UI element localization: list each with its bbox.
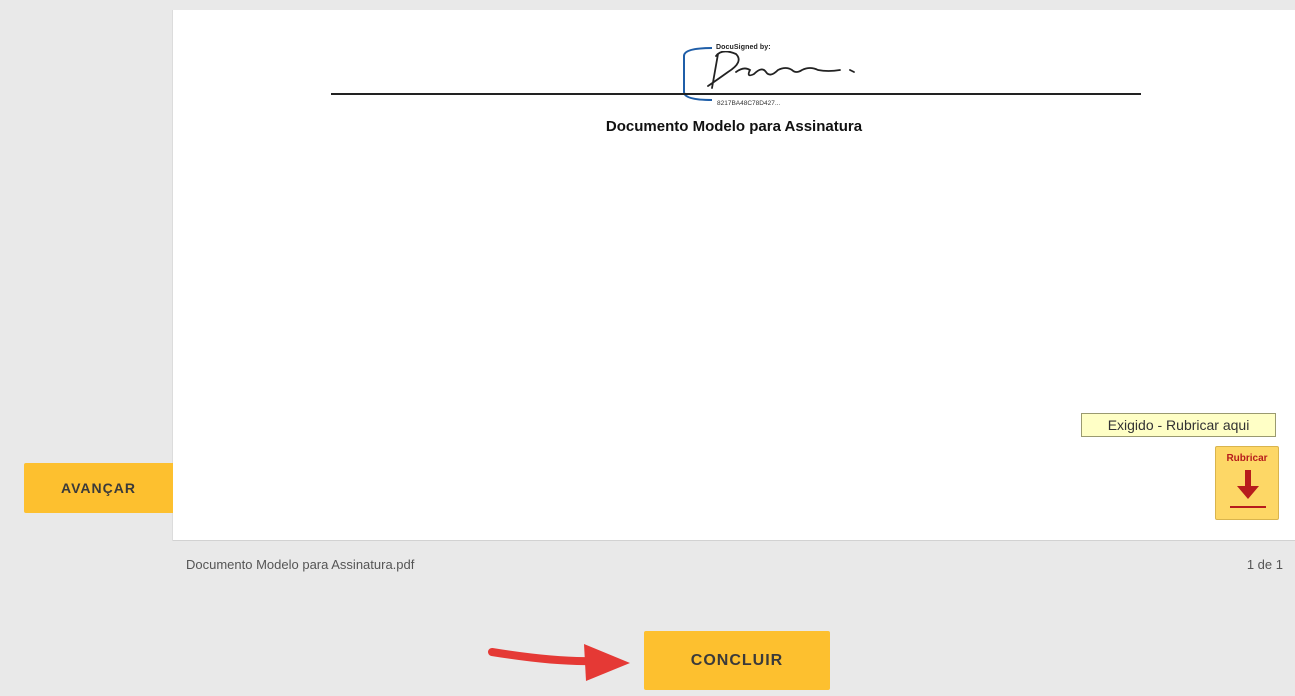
document-title: Documento Modelo para Assinatura xyxy=(605,118,863,135)
document-filename: Documento Modelo para Assinatura.pdf xyxy=(186,557,415,572)
finish-button[interactable]: CONCLUIR xyxy=(644,631,830,690)
next-button[interactable]: AVANÇAR xyxy=(24,463,173,513)
docusign-signature: DocuSigned by: 8217BA48C78D427... xyxy=(678,26,898,107)
docusigned-by-label: DocuSigned by: xyxy=(715,44,772,51)
page-indicator: 1 de 1 xyxy=(1246,557,1283,572)
document-page: DocuSigned by: 8217BA48C78D427... Docume… xyxy=(173,10,1295,541)
arrow-down-icon xyxy=(1230,470,1266,508)
initial-tag-label: Rubricar xyxy=(1226,453,1268,464)
required-initial-tooltip: Exigido - Rubricar aqui xyxy=(1081,413,1276,437)
signature-line xyxy=(331,93,1141,95)
envelope-id: 8217BA48C78D427... xyxy=(716,100,782,107)
initial-here-tag[interactable]: Rubricar xyxy=(1215,446,1279,520)
red-arrow-icon xyxy=(488,644,630,681)
